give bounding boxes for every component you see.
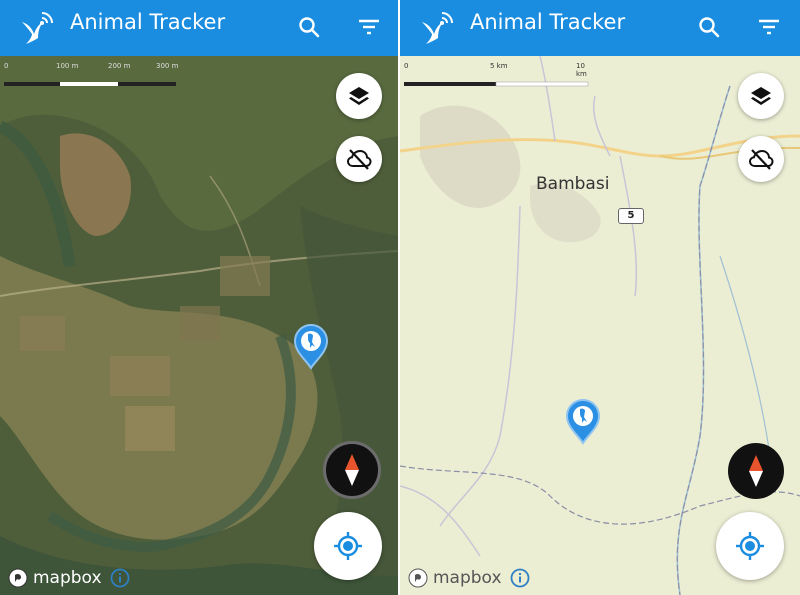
app-root: Animal Tracker 0 100 m 200 m 300 m mapbo… [0,0,800,595]
scale-ruler [4,82,176,86]
map-scale-bar: 0 5 km 10 km [404,62,594,92]
compass-icon [345,454,359,486]
scale-label: 300 m [156,62,179,70]
app-title: Animal Tracker [70,10,226,34]
my-location-icon [736,532,764,560]
filter-icon [759,19,779,35]
satellite-view-pane: Animal Tracker 0 100 m 200 m 300 m mapbo… [0,0,398,595]
scale-label: 5 km [490,62,508,70]
animal-location-marker[interactable] [564,397,602,450]
my-location-button[interactable] [716,512,784,580]
map-scale-bar: 0 100 m 200 m 300 m [4,62,184,92]
bird-marker-icon [565,399,601,445]
bird-marker-icon [293,324,329,370]
mapbox-attribution[interactable]: mapbox [408,568,530,588]
cloud-off-icon [748,149,774,170]
cloud-off-icon [346,149,372,170]
scale-label: 200 m [108,62,131,70]
scale-ruler [404,81,589,87]
mapbox-attribution[interactable]: mapbox [8,568,130,588]
app-bar: Animal Tracker [400,0,800,56]
compass-icon [749,455,763,487]
road-number-shield: 5 [618,208,644,224]
offline-maps-button[interactable] [738,136,784,182]
mapbox-wordmark: mapbox [433,568,502,588]
app-title: Animal Tracker [470,10,626,34]
info-icon[interactable] [510,568,530,588]
mapbox-logo-icon [8,568,28,588]
mapbox-wordmark: mapbox [33,568,102,588]
search-button[interactable] [292,10,326,44]
map-layers-button[interactable] [336,73,382,119]
app-bar: Animal Tracker [0,0,398,56]
street-view-pane: Animal Tracker Bambasi 5 0 5 km 10 km ma… [400,0,800,595]
my-location-icon [334,532,362,560]
info-icon[interactable] [110,568,130,588]
compass-button[interactable] [728,443,784,499]
scale-label: 0 [4,62,9,70]
search-icon [299,17,320,38]
bird-logo-icon [422,12,453,44]
search-button[interactable] [692,10,726,44]
compass-button[interactable] [323,441,381,499]
layers-icon [751,87,771,105]
scale-label: 10 km [576,62,587,78]
mapbox-logo-icon [408,568,428,588]
place-label-bambasi: Bambasi [536,174,610,194]
filter-button[interactable] [352,10,386,44]
map-layers-button[interactable] [738,73,784,119]
offline-maps-button[interactable] [336,136,382,182]
my-location-button[interactable] [314,512,382,580]
filter-button[interactable] [752,10,786,44]
filter-icon [359,19,379,35]
scale-label: 100 m [56,62,79,70]
search-icon [699,17,720,38]
bird-logo-icon [22,12,53,44]
animal-location-marker[interactable] [292,322,330,375]
scale-label: 0 [404,62,409,70]
layers-icon [349,87,369,105]
